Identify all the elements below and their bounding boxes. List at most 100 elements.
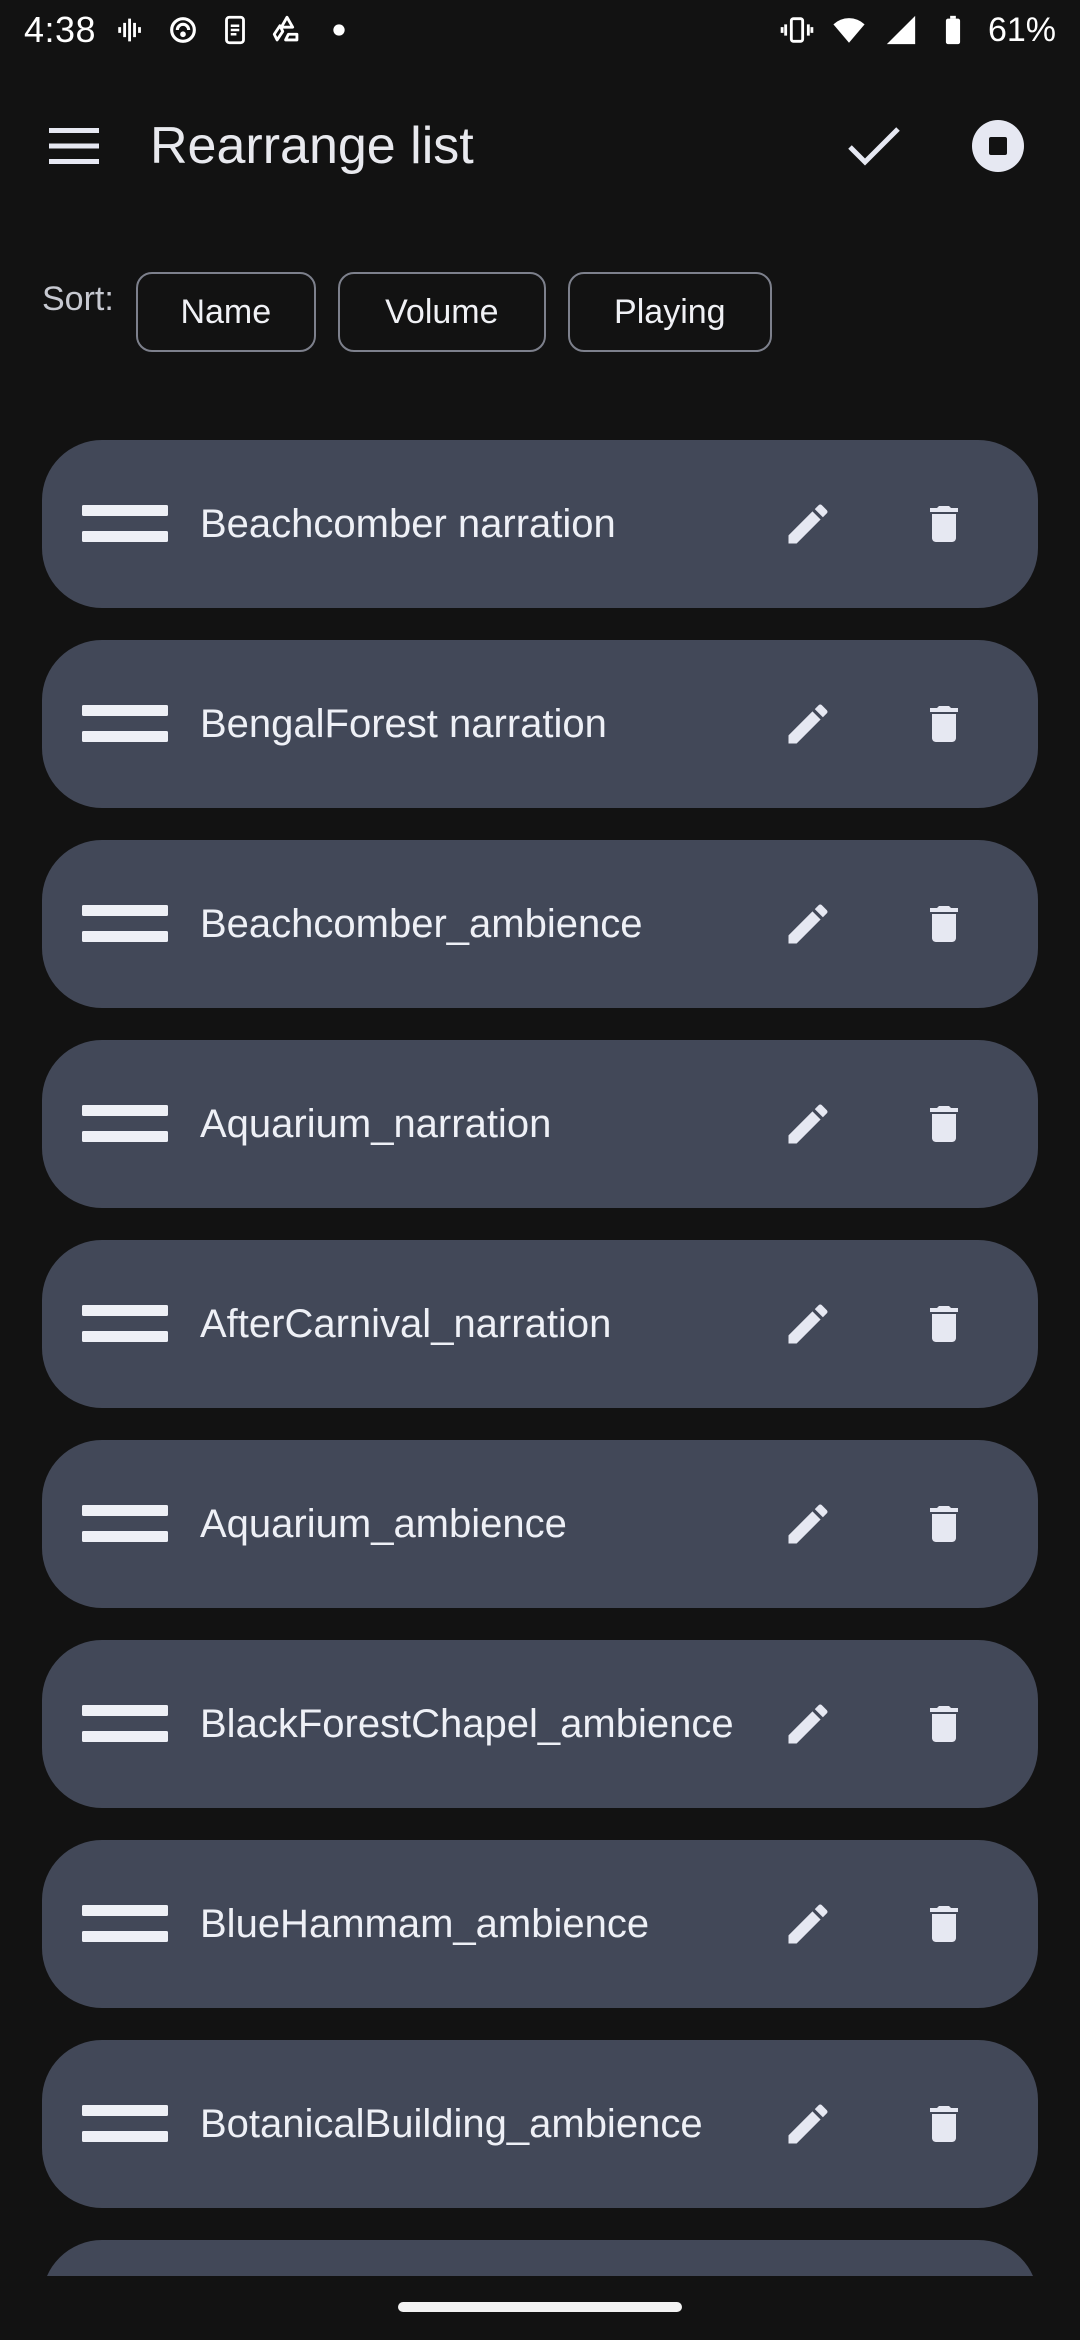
edit-button[interactable]	[776, 1692, 840, 1756]
drag-handle[interactable]	[82, 1294, 168, 1354]
list-item[interactable]: BengalForest narration	[42, 640, 1038, 808]
edit-button[interactable]	[776, 1492, 840, 1556]
trash-icon	[930, 1306, 958, 1342]
list-item-label: BlueHammam_ambience	[200, 1901, 650, 1946]
pencil-icon	[788, 1504, 828, 1544]
delete-button[interactable]	[912, 1092, 976, 1156]
pencil-icon	[788, 1704, 828, 1744]
pencil-icon	[788, 704, 828, 744]
list-item[interactable]: BlackForestChapel_ambience	[42, 1640, 1038, 1808]
drag-handle-icon	[82, 2105, 168, 2142]
edit-button[interactable]	[776, 2092, 840, 2156]
hamburger-menu-icon	[49, 128, 99, 164]
drag-handle[interactable]	[82, 2094, 168, 2154]
drag-handle-icon	[82, 905, 168, 942]
drag-handle[interactable]	[82, 894, 168, 954]
trash-icon	[930, 2106, 958, 2142]
stop-button[interactable]	[966, 114, 1030, 178]
drag-handle[interactable]	[82, 494, 168, 554]
pencil-icon	[788, 504, 828, 544]
drag-handle[interactable]	[82, 1094, 168, 1154]
list-item-label: AfterCarnival_narration	[200, 1301, 612, 1346]
list-item[interactable]: Beachcomber_ambience	[42, 840, 1038, 1008]
trash-icon	[930, 1906, 958, 1942]
status-bar: 4:38 61%	[0, 0, 1080, 60]
confirm-button[interactable]	[842, 114, 906, 178]
recycle-icon	[270, 13, 304, 47]
app-bar: Rearrange list	[0, 86, 1080, 206]
edit-button[interactable]	[776, 1092, 840, 1156]
delete-button[interactable]	[912, 1692, 976, 1756]
drag-handle-icon	[82, 1505, 168, 1542]
dot-icon	[322, 13, 356, 47]
gesture-navigation-bar[interactable]	[398, 2302, 682, 2312]
edit-button[interactable]	[776, 1292, 840, 1356]
sort-by-volume-chip[interactable]: Volume	[337, 272, 546, 352]
status-left: 4:38	[24, 9, 356, 51]
drag-handle-icon	[82, 705, 168, 742]
pencil-icon	[788, 2104, 828, 2144]
signal-icon	[884, 13, 918, 47]
stop-circle-icon	[972, 120, 1024, 172]
delete-button[interactable]	[912, 492, 976, 556]
menu-button[interactable]	[44, 116, 104, 176]
battery-icon	[936, 13, 970, 47]
trash-icon	[930, 506, 958, 542]
pencil-icon	[788, 1904, 828, 1944]
pencil-icon	[788, 1304, 828, 1344]
list-item[interactable]: AfterCarnival_narration	[42, 1240, 1038, 1408]
trash-icon	[930, 1106, 958, 1142]
drag-handle-icon	[82, 1905, 168, 1942]
drag-handle-icon	[82, 1705, 168, 1742]
trash-icon	[930, 1506, 958, 1542]
drag-handle-icon	[82, 505, 168, 542]
delete-button[interactable]	[912, 2092, 976, 2156]
drag-handle[interactable]	[82, 1894, 168, 1954]
list-container: Beachcomber narration BengalForest narra…	[42, 440, 1038, 2276]
list-item-partial[interactable]	[42, 2240, 1038, 2276]
clipboard-icon	[218, 13, 252, 47]
delete-button[interactable]	[912, 1892, 976, 1956]
edit-button[interactable]	[776, 692, 840, 756]
list-item-label: Beachcomber narration	[200, 501, 616, 546]
edit-button[interactable]	[776, 892, 840, 956]
list-item-label: BotanicalBuilding_ambience	[200, 2101, 703, 2146]
status-time: 4:38	[24, 9, 97, 50]
list-item-label: Beachcomber_ambience	[200, 901, 643, 946]
check-icon	[848, 127, 900, 166]
sort-by-playing-chip[interactable]: Playing	[567, 272, 772, 352]
delete-button[interactable]	[912, 892, 976, 956]
battery-percent: 61%	[987, 10, 1056, 49]
list-item[interactable]: Beachcomber narration	[42, 440, 1038, 608]
drag-handle[interactable]	[82, 1694, 168, 1754]
list-item-label: BengalForest narration	[200, 701, 607, 746]
rearrange-list[interactable]: Beachcomber narration BengalForest narra…	[0, 440, 1080, 2276]
list-item[interactable]: BlueHammam_ambience	[42, 1840, 1038, 2008]
trash-icon	[930, 906, 958, 942]
vibrate-waveform-icon	[114, 13, 148, 47]
edit-button[interactable]	[776, 1892, 840, 1956]
page-title: Rearrange list	[150, 117, 474, 175]
trash-icon	[930, 1706, 958, 1742]
pencil-icon	[788, 904, 828, 944]
status-right: 61%	[780, 11, 1056, 50]
delete-button[interactable]	[912, 1492, 976, 1556]
sort-label: Sort:	[42, 280, 114, 318]
list-item-label: BlackForestChapel_ambience	[200, 1701, 734, 1746]
sort-by-name-chip[interactable]: Name	[135, 272, 316, 352]
drag-handle[interactable]	[82, 1494, 168, 1554]
vibrate-icon	[780, 13, 814, 47]
drag-handle[interactable]	[82, 694, 168, 754]
list-item[interactable]: BotanicalBuilding_ambience	[42, 2040, 1038, 2208]
drag-handle-icon	[82, 1105, 168, 1142]
trash-icon	[930, 706, 958, 742]
list-item[interactable]: Aquarium_narration	[42, 1040, 1038, 1208]
list-item[interactable]: Aquarium_ambience	[42, 1440, 1038, 1608]
edit-button[interactable]	[776, 492, 840, 556]
list-item-label: Aquarium_ambience	[200, 1501, 567, 1546]
drag-handle-icon	[82, 1305, 168, 1342]
list-item-label: Aquarium_narration	[200, 1101, 552, 1146]
delete-button[interactable]	[912, 1292, 976, 1356]
delete-button[interactable]	[912, 692, 976, 756]
wifi-icon	[832, 13, 866, 47]
